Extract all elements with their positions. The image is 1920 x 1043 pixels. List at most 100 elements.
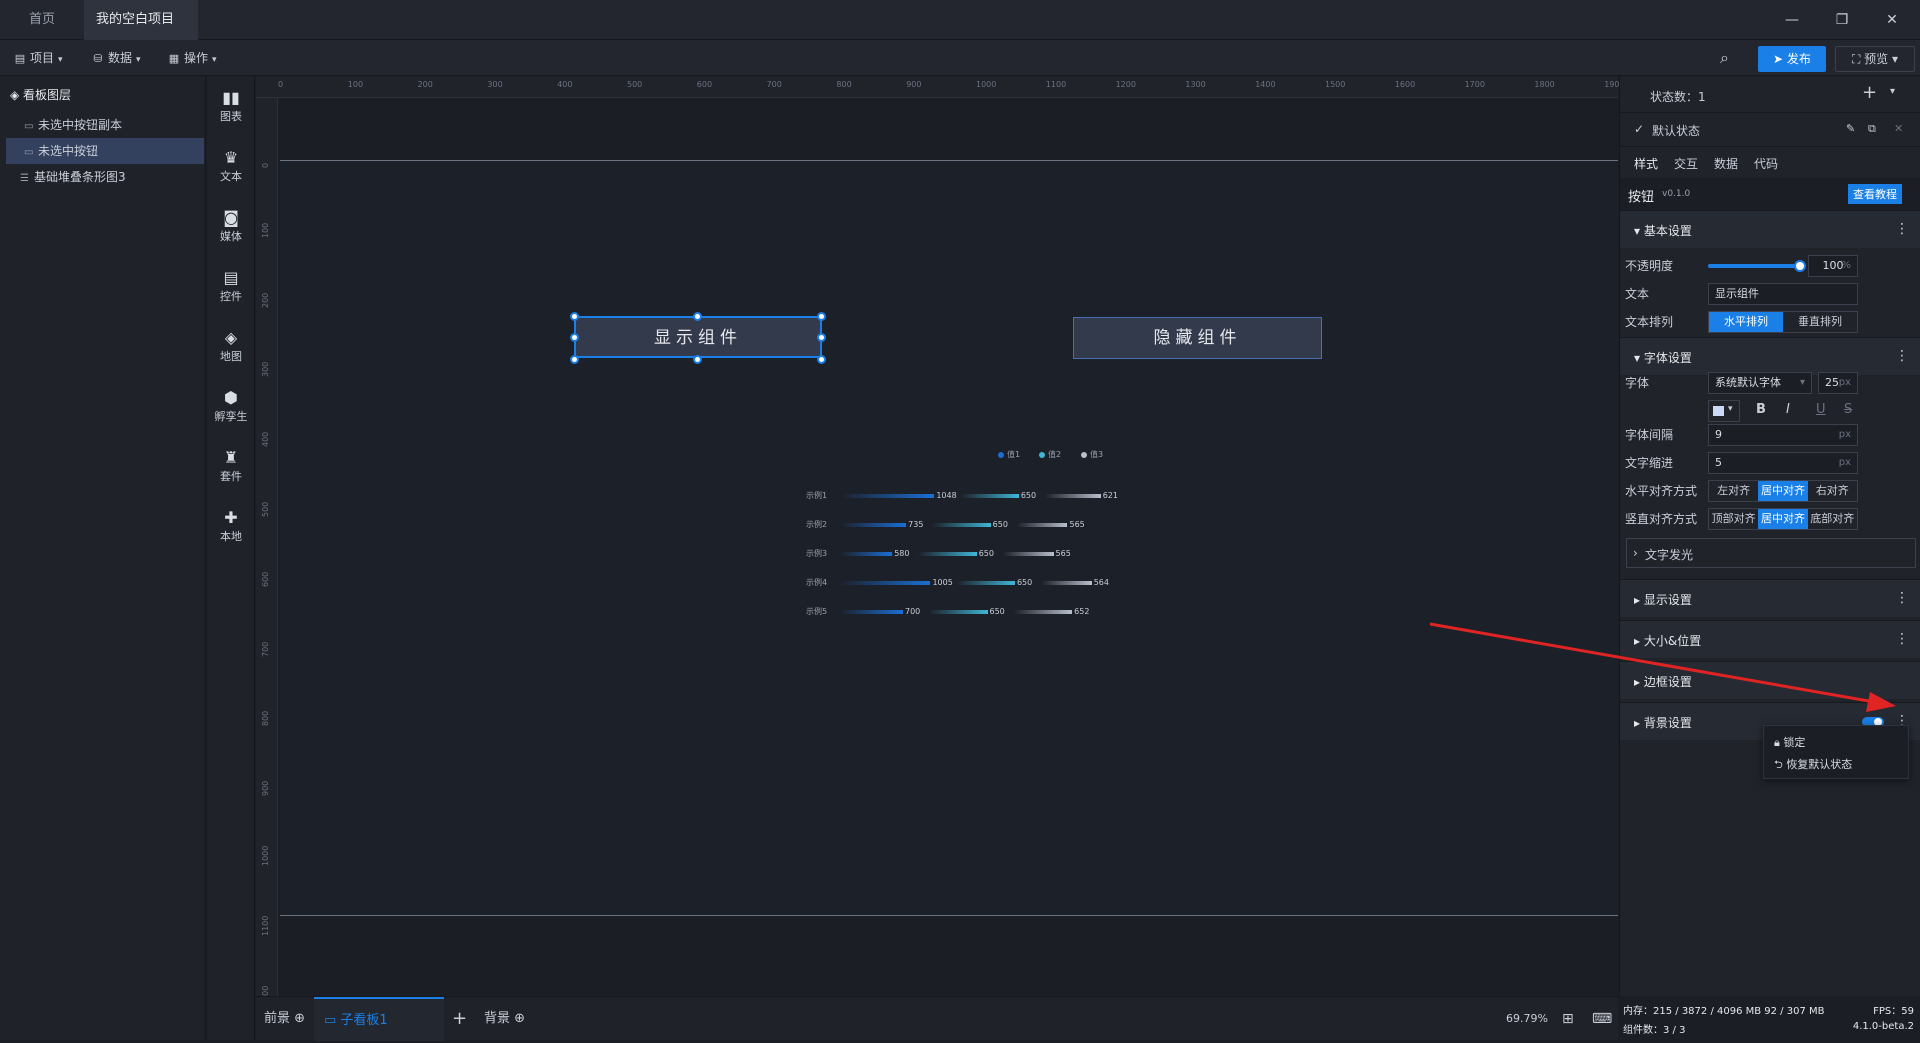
hide-component-button[interactable]: 隐藏组件 (1073, 317, 1322, 359)
tab-interaction[interactable]: 交互 (1674, 155, 1698, 172)
resize-handle[interactable] (570, 355, 579, 364)
resize-handle[interactable] (693, 355, 702, 364)
keyboard-icon[interactable]: ⌨ (1592, 997, 1612, 1041)
bar-segment[interactable] (1016, 523, 1068, 527)
menu-ops[interactable]: ▦ 操作 ▾ (162, 46, 223, 70)
more-icon[interactable]: ⋮ (1895, 590, 1909, 606)
tab-style[interactable]: 样式 (1634, 155, 1659, 180)
bar-segment[interactable] (840, 523, 907, 527)
bar-segment[interactable] (1013, 610, 1073, 614)
add-icon[interactable]: + (452, 997, 467, 1041)
layer-item[interactable]: ☰ 基础堆叠条形图3 (6, 164, 204, 190)
spacing-input[interactable]: 9 px (1708, 424, 1858, 446)
text-glow-collapse[interactable]: › 文字发光 (1626, 538, 1916, 568)
bar-segment[interactable] (840, 581, 931, 585)
add-circle-icon[interactable]: ⊕ (294, 1011, 305, 1026)
halign-right[interactable]: 右对齐 (1808, 481, 1857, 501)
restore-icon[interactable]: ❐ (1830, 8, 1854, 32)
comp-map[interactable]: ◈ 地图 (207, 328, 255, 364)
tab-home[interactable]: 首页 (12, 0, 72, 40)
resize-handle[interactable] (817, 333, 826, 342)
add-state-icon[interactable]: + (1862, 82, 1877, 103)
tab-background[interactable]: 背景 ⊕ (484, 997, 525, 1041)
bar-segment[interactable] (932, 523, 991, 527)
resize-handle[interactable] (817, 312, 826, 321)
delete-icon[interactable]: ✕ (1894, 122, 1903, 135)
minimize-icon[interactable]: — (1780, 8, 1804, 32)
legend-item[interactable]: 值1 (998, 449, 1020, 460)
strikethrough-icon[interactable]: S (1844, 402, 1852, 417)
bar-segment[interactable] (1002, 552, 1054, 556)
comp-chart[interactable]: ▮▮ 图表 (207, 88, 255, 124)
resize-handle[interactable] (817, 355, 826, 364)
layer-item[interactable]: ▭ 未选中按钮副本 (6, 112, 204, 138)
halign-center[interactable]: 居中对齐 (1758, 481, 1808, 501)
fit-screen-icon[interactable]: ⊞ (1562, 997, 1574, 1041)
font-size-input[interactable]: 25 px (1818, 372, 1858, 394)
bar-segment[interactable] (956, 581, 1015, 585)
indent-input[interactable]: 5 px (1708, 452, 1858, 474)
chevron-down-icon[interactable]: ▾ (1890, 86, 1895, 97)
underline-icon[interactable]: U (1816, 402, 1826, 417)
bar-segment[interactable] (840, 610, 903, 614)
menu-item-reset[interactable]: ⮌ 恢复默认状态 (1774, 756, 1852, 775)
opacity-input[interactable]: 100% (1808, 255, 1858, 277)
tab-foreground[interactable]: 前景 ⊕ (264, 997, 305, 1041)
legend-item[interactable]: 值2 (1039, 449, 1061, 460)
zoom-level[interactable]: 69.79% (1506, 997, 1548, 1041)
font-select[interactable]: 系统默认字体 ▾ (1708, 372, 1812, 394)
opacity-slider-knob[interactable] (1794, 260, 1806, 272)
bar-segment[interactable] (918, 552, 977, 556)
layout-vertical[interactable]: 垂直排列 (1783, 312, 1857, 332)
preview-button[interactable]: ⛶ 预览 ▾ (1835, 46, 1915, 72)
tab-data[interactable]: 数据 (1714, 155, 1738, 172)
dashboard-stage[interactable] (280, 160, 1618, 916)
font-color-picker[interactable]: ▾ (1708, 400, 1740, 422)
section-font[interactable]: ▾ 字体设置 ⋮ (1620, 337, 1920, 375)
add-circle-icon[interactable]: ⊕ (514, 1011, 525, 1026)
section-display[interactable]: ▸ 显示设置 ⋮ (1620, 579, 1920, 617)
opacity-slider[interactable] (1708, 260, 1806, 272)
bar-segment[interactable] (1040, 581, 1092, 585)
comp-local[interactable]: ✚ 本地 (207, 508, 255, 544)
halign-left[interactable]: 左对齐 (1709, 481, 1758, 501)
publish-button[interactable]: ➤ 发布 (1758, 46, 1826, 72)
section-border[interactable]: ▸ 边框设置 (1620, 661, 1920, 699)
more-icon[interactable]: ⋮ (1895, 631, 1909, 647)
default-state-row[interactable]: ✓ 默认状态 ✎ ⧉ ✕ (1620, 112, 1920, 146)
menu-data[interactable]: ⛁ 数据 ▾ (86, 46, 147, 70)
tab-code[interactable]: 代码 (1754, 155, 1778, 172)
comp-media[interactable]: ◙ 媒体 (207, 208, 255, 244)
bar-segment[interactable] (840, 494, 935, 498)
comp-kit[interactable]: ♜ 套件 (207, 448, 255, 484)
menu-item-lock[interactable]: 🔒︎ 锁定 (1774, 734, 1805, 750)
bold-icon[interactable]: B (1756, 402, 1766, 417)
comp-control[interactable]: ▤ 控件 (207, 268, 255, 304)
layout-horizontal[interactable]: 水平排列 (1709, 312, 1783, 332)
tutorial-button[interactable]: 查看教程 (1848, 184, 1902, 204)
section-basic[interactable]: ▾ 基本设置 ⋮ (1620, 210, 1920, 248)
search-icon[interactable]: ⌕ (1714, 46, 1735, 70)
tab-project[interactable]: 我的空白项目 (84, 0, 198, 64)
text-input[interactable]: 显示组件 (1708, 283, 1858, 305)
more-icon[interactable]: ⋮ (1895, 221, 1909, 237)
tab-sub-board[interactable]: ▭ 子看板1 (314, 997, 444, 1041)
valign-middle[interactable]: 居中对齐 (1758, 509, 1808, 529)
resize-handle[interactable] (693, 312, 702, 321)
layer-item-selected[interactable]: ▭ 未选中按钮 (6, 138, 204, 164)
bar-segment[interactable] (929, 610, 988, 614)
legend-item[interactable]: 值3 (1081, 449, 1103, 460)
comp-text[interactable]: ♛ 文本 (207, 148, 255, 184)
edit-icon[interactable]: ✎ (1846, 122, 1855, 135)
valign-top[interactable]: 顶部对齐 (1709, 509, 1758, 529)
section-size-position[interactable]: ▸ 大小&位置 ⋮ (1620, 620, 1920, 658)
menu-project[interactable]: ▤ 项目 ▾ (8, 46, 69, 70)
bar-segment[interactable] (960, 494, 1019, 498)
bar-segment[interactable] (1044, 494, 1101, 498)
close-icon[interactable]: ✕ (1880, 8, 1904, 32)
valign-bottom[interactable]: 底部对齐 (1808, 509, 1857, 529)
bar-segment[interactable] (840, 552, 893, 556)
more-icon[interactable]: ⋮ (1895, 348, 1909, 364)
show-component-button[interactable]: 显示组件 (574, 316, 822, 358)
comp-twin[interactable]: ⬢ 孵孪生 (207, 388, 255, 424)
